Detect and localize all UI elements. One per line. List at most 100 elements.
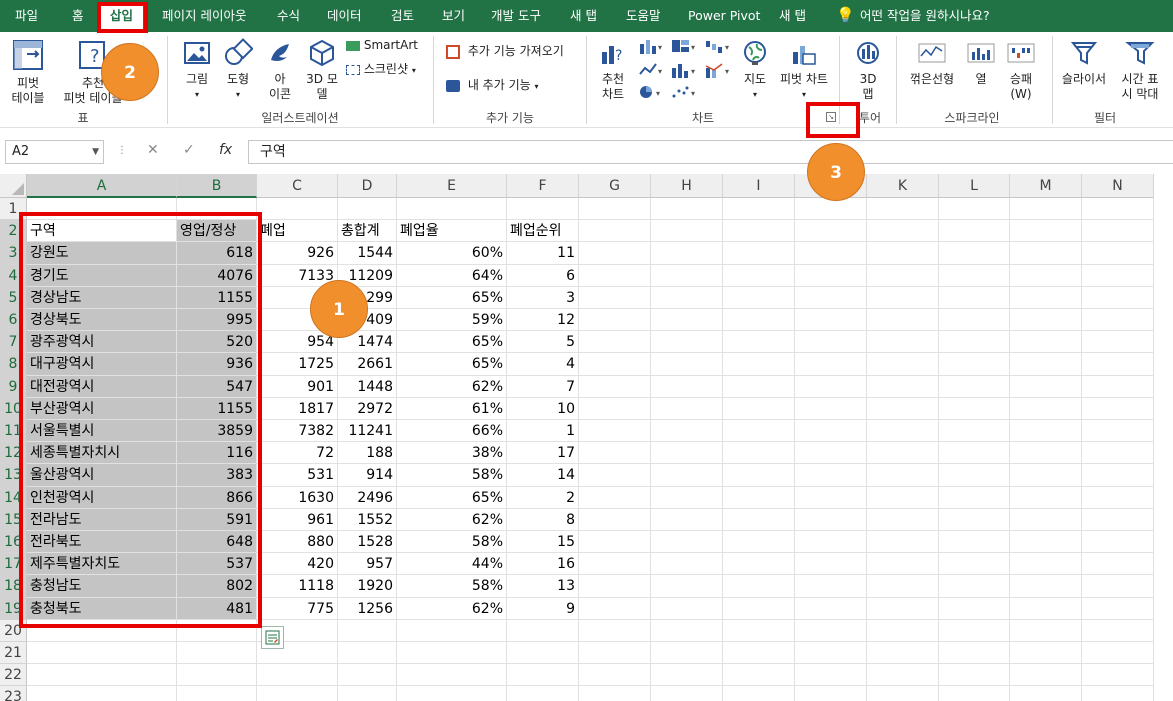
cell-H2[interactable] (651, 220, 723, 243)
cell-E4[interactable]: 64% (397, 264, 507, 287)
cell-M23[interactable] (1010, 686, 1082, 701)
tab-8[interactable]: 개발 도구 (491, 0, 541, 32)
cell-E7[interactable]: 65% (397, 331, 507, 354)
cell-N22[interactable] (1082, 664, 1154, 687)
row-header-9[interactable]: 9 (0, 375, 27, 398)
cell-A1[interactable] (27, 198, 177, 221)
row-header-12[interactable]: 12 (0, 442, 27, 465)
cell-E15[interactable]: 62% (397, 508, 507, 531)
cell-F2[interactable]: 폐업순위 (507, 220, 579, 243)
column-header-N[interactable]: N (1082, 174, 1154, 198)
cell-H12[interactable] (651, 442, 723, 465)
cell-N5[interactable] (1082, 286, 1154, 309)
cell-A20[interactable] (27, 619, 177, 642)
cell-M13[interactable] (1010, 464, 1082, 487)
cell-K22[interactable] (867, 664, 939, 687)
cell-K17[interactable] (867, 553, 939, 576)
cell-B23[interactable] (177, 686, 257, 701)
tab-7[interactable]: 보기 (442, 0, 465, 32)
cell-H22[interactable] (651, 664, 723, 687)
cell-I15[interactable] (723, 508, 795, 531)
cell-G14[interactable] (579, 486, 651, 509)
cell-N9[interactable] (1082, 375, 1154, 398)
cell-A12[interactable]: 세종특별자치시 (27, 442, 177, 465)
cell-K19[interactable] (867, 597, 939, 620)
cell-M17[interactable] (1010, 553, 1082, 576)
cell-H18[interactable] (651, 575, 723, 598)
timeline-button[interactable]: 시간 표 시 막대 (1112, 38, 1168, 102)
cell-L12[interactable] (939, 442, 1010, 465)
cell-B15[interactable]: 591 (177, 508, 257, 531)
cell-N6[interactable] (1082, 309, 1154, 332)
cell-G12[interactable] (579, 442, 651, 465)
cell-I7[interactable] (723, 331, 795, 354)
cell-C2[interactable]: 폐업 (257, 220, 338, 243)
cell-F11[interactable]: 1 (507, 420, 579, 443)
cell-H21[interactable] (651, 642, 723, 665)
cell-M2[interactable] (1010, 220, 1082, 243)
cell-N23[interactable] (1082, 686, 1154, 701)
cell-K23[interactable] (867, 686, 939, 701)
cell-D15[interactable]: 1552 (338, 508, 397, 531)
recommended-charts-button[interactable]: ? 추천 차트 (596, 38, 630, 102)
cell-A4[interactable]: 경기도 (27, 264, 177, 287)
cell-F19[interactable]: 9 (507, 597, 579, 620)
cell-K8[interactable] (867, 353, 939, 376)
cell-A15[interactable]: 전라남도 (27, 508, 177, 531)
tab-12[interactable]: 새 탭 (779, 0, 806, 32)
tab-4[interactable]: 수식 (277, 0, 300, 32)
row-header-16[interactable]: 16 (0, 531, 27, 554)
row-header-10[interactable]: 10 (0, 397, 27, 420)
row-header-19[interactable]: 19 (0, 597, 27, 620)
cell-B7[interactable]: 520 (177, 331, 257, 354)
row-header-8[interactable]: 8 (0, 353, 27, 376)
cell-B1[interactable] (177, 198, 257, 221)
cell-N13[interactable] (1082, 464, 1154, 487)
tab-11[interactable]: Power Pivot (688, 0, 760, 32)
cell-H19[interactable] (651, 597, 723, 620)
column-header-I[interactable]: I (723, 174, 795, 198)
cell-B14[interactable]: 866 (177, 486, 257, 509)
cell-N8[interactable] (1082, 353, 1154, 376)
cell-D9[interactable]: 1448 (338, 375, 397, 398)
chevron-down-icon[interactable]: ▼ (92, 141, 99, 163)
cell-M4[interactable] (1010, 264, 1082, 287)
cell-B5[interactable]: 1155 (177, 286, 257, 309)
column-header-L[interactable]: L (939, 174, 1010, 198)
cell-E8[interactable]: 65% (397, 353, 507, 376)
cell-G4[interactable] (579, 264, 651, 287)
cell-I23[interactable] (723, 686, 795, 701)
cell-D11[interactable]: 11241 (338, 420, 397, 443)
cell-E13[interactable]: 58% (397, 464, 507, 487)
cell-F16[interactable]: 15 (507, 531, 579, 554)
cell-G16[interactable] (579, 531, 651, 554)
cell-N1[interactable] (1082, 198, 1154, 221)
tab-13[interactable]: 어떤 작업을 원하시나요? (860, 0, 990, 32)
cell-C14[interactable]: 1630 (257, 486, 338, 509)
cell-E9[interactable]: 62% (397, 375, 507, 398)
combo-chart-icon[interactable]: ▾ (704, 62, 732, 82)
scatter-chart-icon[interactable]: ▾ (670, 84, 698, 104)
cell-L17[interactable] (939, 553, 1010, 576)
row-header-5[interactable]: 5 (0, 286, 27, 309)
cancel-icon[interactable]: ✕ (147, 142, 159, 158)
row-header-3[interactable]: 3 (0, 242, 27, 265)
slicer-button[interactable]: 슬라이서 (1058, 38, 1110, 87)
cell-J10[interactable] (795, 397, 867, 420)
cell-D19[interactable]: 1256 (338, 597, 397, 620)
cell-L20[interactable] (939, 619, 1010, 642)
name-box[interactable]: A2 ▼ (5, 140, 104, 164)
cell-I16[interactable] (723, 531, 795, 554)
cell-B4[interactable]: 4076 (177, 264, 257, 287)
row-header-4[interactable]: 4 (0, 264, 27, 287)
cell-E12[interactable]: 38% (397, 442, 507, 465)
cell-K3[interactable] (867, 242, 939, 265)
cell-E14[interactable]: 65% (397, 486, 507, 509)
cell-C22[interactable] (257, 664, 338, 687)
cell-A23[interactable] (27, 686, 177, 701)
cell-C16[interactable]: 880 (257, 531, 338, 554)
picture-button[interactable]: 그림 ▾ (182, 38, 212, 102)
cell-A5[interactable]: 경상남도 (27, 286, 177, 309)
cell-F22[interactable] (507, 664, 579, 687)
cell-D2[interactable]: 총합계 (338, 220, 397, 243)
